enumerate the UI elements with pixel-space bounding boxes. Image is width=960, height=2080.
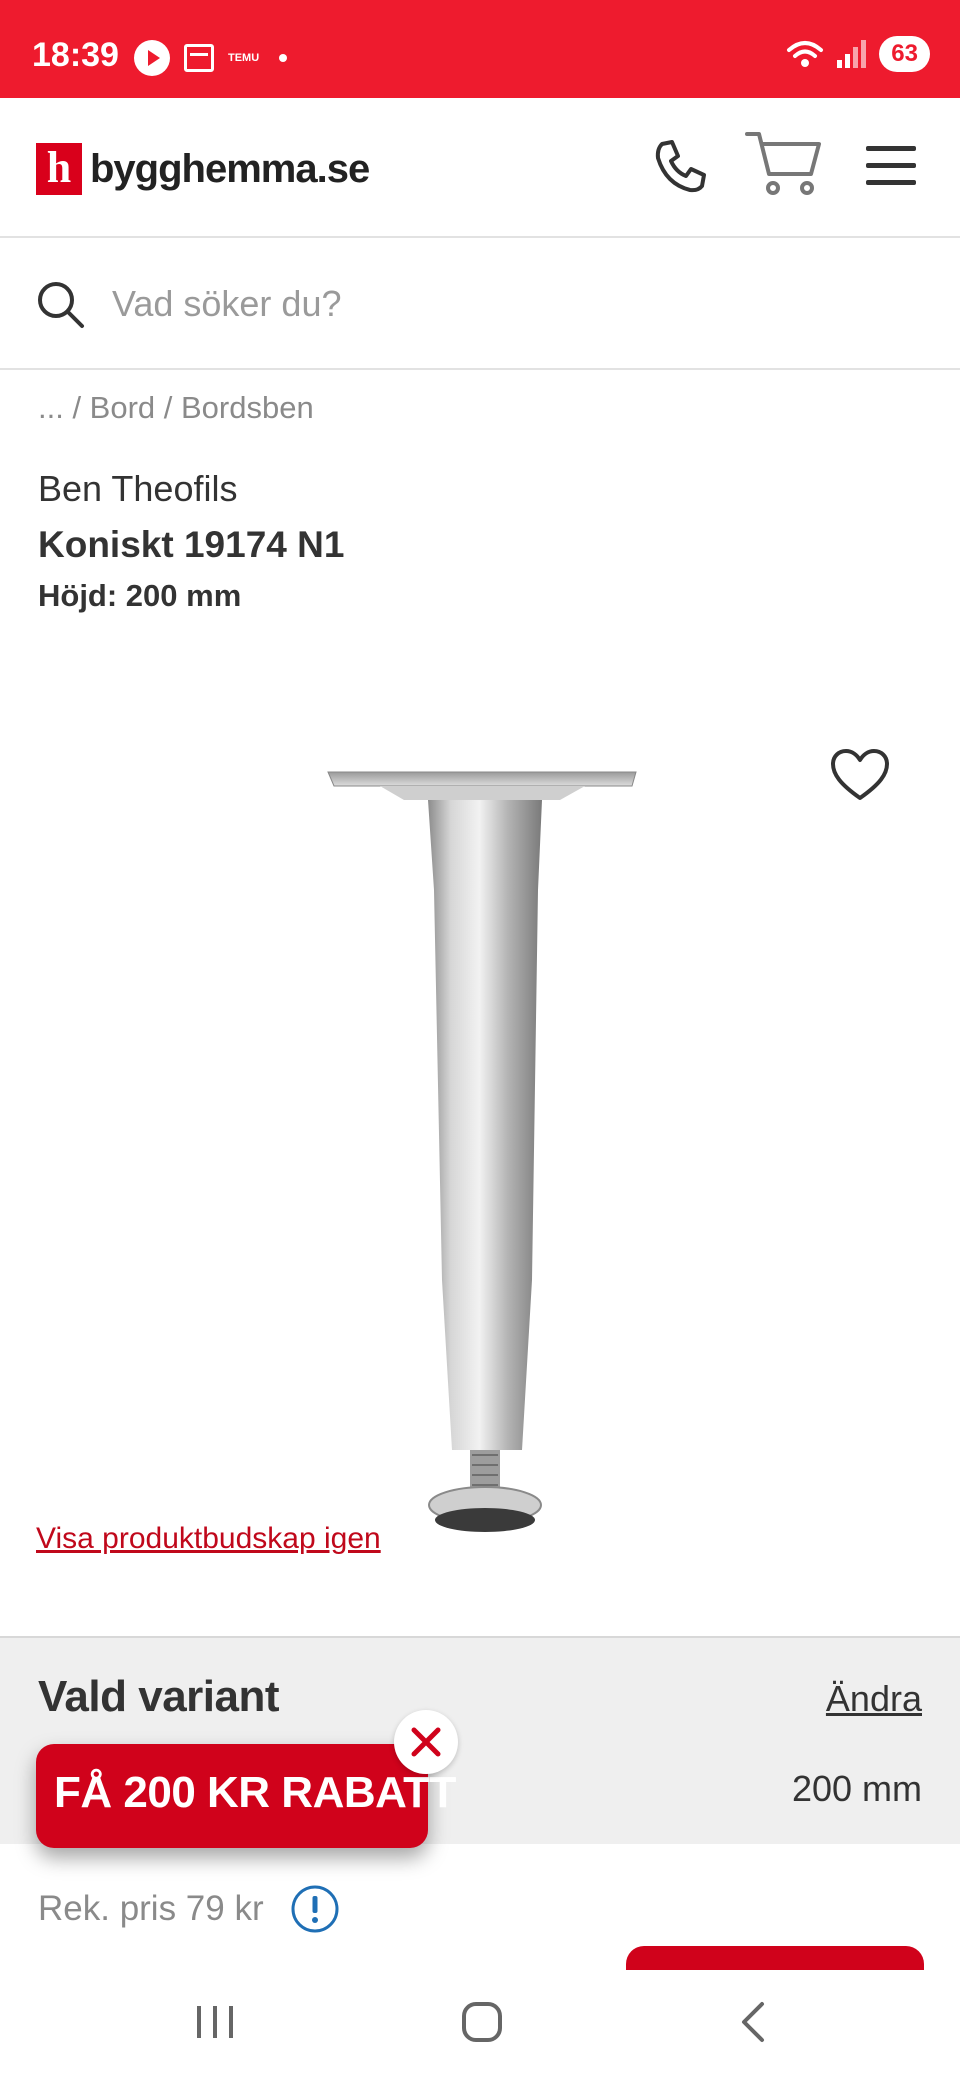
- close-icon: [411, 1727, 441, 1757]
- recent-apps-icon[interactable]: [195, 2000, 235, 2044]
- site-logo[interactable]: h bygghemma.se: [36, 143, 370, 195]
- add-to-cart-button[interactable]: [626, 1946, 924, 1970]
- product-brand[interactable]: Ben Theofils: [38, 468, 237, 510]
- favorite-heart-icon[interactable]: [830, 748, 890, 804]
- logo-mark: h: [36, 143, 82, 195]
- price-row: Rek. pris 79 kr: [38, 1884, 340, 1934]
- product-height: Höjd: 200 mm: [38, 578, 242, 613]
- battery-icon: 63: [879, 36, 930, 72]
- variant-title: Vald variant: [38, 1672, 280, 1721]
- back-icon[interactable]: [736, 2000, 768, 2044]
- logo-text: bygghemma.se: [90, 146, 370, 191]
- play-icon: [134, 40, 170, 76]
- variant-value: 200 mm: [791, 1768, 922, 1809]
- search-bar: [0, 240, 960, 370]
- menu-icon[interactable]: [866, 144, 916, 188]
- promo-close-button[interactable]: [394, 1710, 458, 1774]
- home-icon[interactable]: [460, 2000, 504, 2044]
- search-input[interactable]: [112, 278, 912, 330]
- status-time: 18:39: [32, 36, 119, 74]
- more-notifications-dot: [279, 54, 288, 62]
- info-icon[interactable]: [290, 1884, 340, 1934]
- search-icon[interactable]: [36, 280, 86, 330]
- wifi-icon: [787, 41, 824, 67]
- system-navigation-bar: [0, 1970, 960, 2080]
- breadcrumb[interactable]: ... / Bord / Bordsben: [38, 390, 314, 426]
- status-bar: 18:39 TEMU 63: [0, 0, 960, 98]
- product-name: Koniskt 19174 N1: [38, 524, 345, 565]
- discount-promo-button[interactable]: FÅ 200 KR RABATT: [36, 1744, 456, 1848]
- promo-label: FÅ 200 KR RABATT: [54, 1768, 456, 1817]
- product-image[interactable]: [320, 760, 650, 1570]
- change-variant-link[interactable]: Ändra: [826, 1678, 922, 1720]
- cart-icon[interactable]: [745, 128, 823, 200]
- temu-icon: TEMU: [228, 52, 260, 64]
- phone-icon[interactable]: [650, 136, 710, 196]
- signal-icon: [837, 40, 867, 68]
- show-product-message-link[interactable]: Visa produktbudskap igen: [36, 1522, 381, 1556]
- status-notification-icons: TEMU: [134, 40, 288, 76]
- calendar-icon: [184, 44, 214, 72]
- status-system-icons: 63: [785, 36, 930, 72]
- site-header: h bygghemma.se: [0, 98, 960, 238]
- recommended-price: Rek. pris 79 kr: [38, 1889, 264, 1928]
